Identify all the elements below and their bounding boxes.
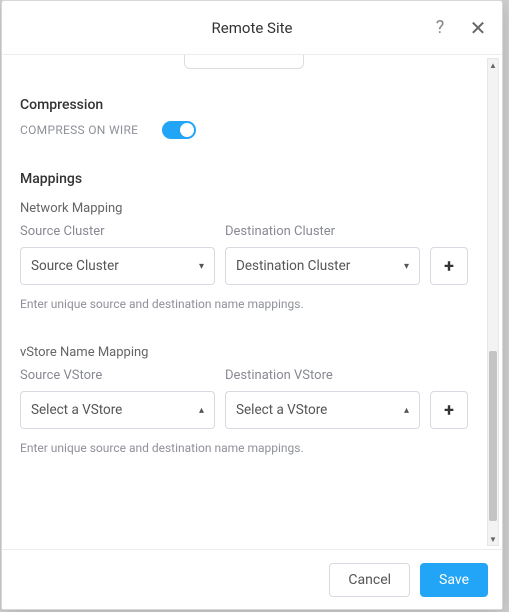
destination-vstore-label: Destination VStore bbox=[225, 368, 420, 383]
cancel-label: Cancel bbox=[348, 572, 391, 588]
section-compression-title: Compression bbox=[20, 97, 468, 113]
scroll-up-icon[interactable]: ▲ bbox=[488, 59, 498, 71]
source-vstore-label: Source VStore bbox=[20, 368, 215, 383]
chevron-down-icon: ▾ bbox=[199, 261, 204, 272]
destination-cluster-value: Destination Cluster bbox=[236, 258, 350, 274]
scroll-down-icon[interactable]: ▼ bbox=[488, 533, 498, 545]
help-icon: ? bbox=[436, 17, 445, 38]
source-cluster-select[interactable]: Source Cluster ▾ bbox=[20, 247, 215, 285]
compress-on-wire-label: COMPRESS ON WIRE bbox=[20, 123, 138, 137]
source-vstore-select[interactable]: Select a VStore ▴ bbox=[20, 391, 215, 429]
source-cluster-label: Source Cluster bbox=[20, 224, 215, 239]
vstore-mapping-title: vStore Name Mapping bbox=[20, 345, 468, 360]
modal-title: Remote Site bbox=[212, 19, 293, 37]
chevron-up-icon: ▴ bbox=[199, 405, 204, 416]
add-vstore-mapping-button[interactable]: + bbox=[430, 391, 468, 429]
modal-body[interactable]: Compression COMPRESS ON WIRE Mappings Ne… bbox=[2, 55, 486, 549]
source-vstore-value: Select a VStore bbox=[31, 402, 122, 418]
help-button[interactable]: ? bbox=[426, 14, 454, 42]
save-label: Save bbox=[439, 572, 469, 588]
add-network-mapping-button[interactable]: + bbox=[430, 247, 468, 285]
chevron-down-icon: ▾ bbox=[404, 261, 409, 272]
plus-icon: + bbox=[444, 400, 454, 421]
network-mapping-hint: Enter unique source and destination name… bbox=[20, 297, 468, 311]
toggle-knob bbox=[180, 123, 194, 137]
section-mappings-title: Mappings bbox=[20, 171, 468, 187]
destination-vstore-select[interactable]: Select a VStore ▴ bbox=[225, 391, 420, 429]
prev-section-cutoff bbox=[184, 55, 304, 69]
cancel-button[interactable]: Cancel bbox=[329, 563, 410, 597]
vstore-mapping-hint: Enter unique source and destination name… bbox=[20, 441, 468, 455]
remote-site-modal: Remote Site ? ✕ Compression COMPRESS ON … bbox=[1, 0, 503, 610]
save-button[interactable]: Save bbox=[420, 563, 488, 597]
destination-vstore-value: Select a VStore bbox=[236, 402, 327, 418]
plus-icon: + bbox=[444, 256, 454, 277]
compress-on-wire-toggle[interactable] bbox=[162, 121, 196, 139]
modal-header: Remote Site ? ✕ bbox=[2, 1, 502, 55]
modal-footer: Cancel Save bbox=[2, 549, 502, 609]
network-mapping-title: Network Mapping bbox=[20, 201, 468, 216]
destination-cluster-label: Destination Cluster bbox=[225, 224, 420, 239]
scroll-thumb[interactable] bbox=[489, 351, 497, 521]
source-cluster-value: Source Cluster bbox=[31, 258, 119, 274]
close-button[interactable]: ✕ bbox=[464, 14, 492, 42]
scrollbar[interactable]: ▲ ▼ bbox=[487, 58, 499, 546]
close-icon: ✕ bbox=[470, 16, 487, 40]
destination-cluster-select[interactable]: Destination Cluster ▾ bbox=[225, 247, 420, 285]
chevron-up-icon: ▴ bbox=[404, 405, 409, 416]
